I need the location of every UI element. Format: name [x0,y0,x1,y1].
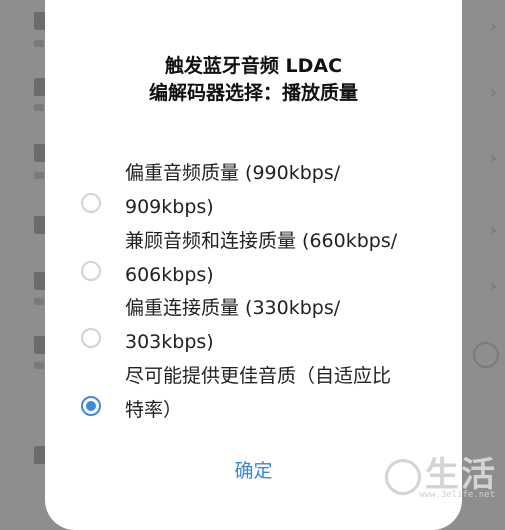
radio-button-unchecked-icon[interactable] [81,261,101,281]
watermark-url: www.3elife.net [419,490,495,500]
background-text-fragment [34,298,44,305]
chevron-right-icon: › [489,148,497,169]
radio-button-unchecked-icon[interactable] [81,193,101,213]
option-label: 尽可能提供更佳音质（自适应比 特率） [125,359,435,427]
radio-button-unchecked-icon[interactable] [81,328,101,348]
option-label-line-2: 特率） [125,399,183,421]
background-text-fragment [34,40,44,47]
option-label-line-1: 偏重音频质量 (990kbps/ [125,162,341,184]
dialog-title-line-2: 编解码器选择：播放质量 [148,82,358,104]
option-label-line-2: 303kbps) [125,331,214,353]
option-label-line-1: 兼顾音频和连接质量 (660kbps/ [125,230,398,252]
option-label-line-1: 偏重连接质量 (330kbps/ [125,297,341,319]
watermark-logo: 生活 [385,447,497,496]
dialog-title: 触发蓝牙音频 LDAC 编解码器选择：播放质量 [45,53,462,107]
option-label: 兼顾音频和连接质量 (660kbps/ 606kbps) [125,224,435,292]
background-text-fragment [34,172,44,179]
option-label: 偏重音频质量 (990kbps/ 909kbps) [125,156,435,224]
option-label: 偏重连接质量 (330kbps/ 303kbps) [125,291,435,359]
watermark-swirl-icon [385,458,421,495]
option-label-line-1: 尽可能提供更佳音质（自适应比 [125,365,392,387]
option-label-line-2: 909kbps) [125,196,214,218]
watermark-text: 生活 [425,455,497,495]
option-label-line-2: 606kbps) [125,264,214,286]
chevron-right-icon: › [489,276,497,297]
chevron-right-icon: › [489,16,497,37]
toggle-switch-icon [473,342,499,368]
radio-button-checked-icon[interactable] [81,396,101,416]
chevron-right-icon: › [489,220,497,241]
dialog-title-line-1: 触发蓝牙音频 LDAC [164,55,343,77]
chevron-right-icon: › [489,82,497,103]
background-text-fragment [34,104,44,111]
background-text-fragment [34,362,44,369]
